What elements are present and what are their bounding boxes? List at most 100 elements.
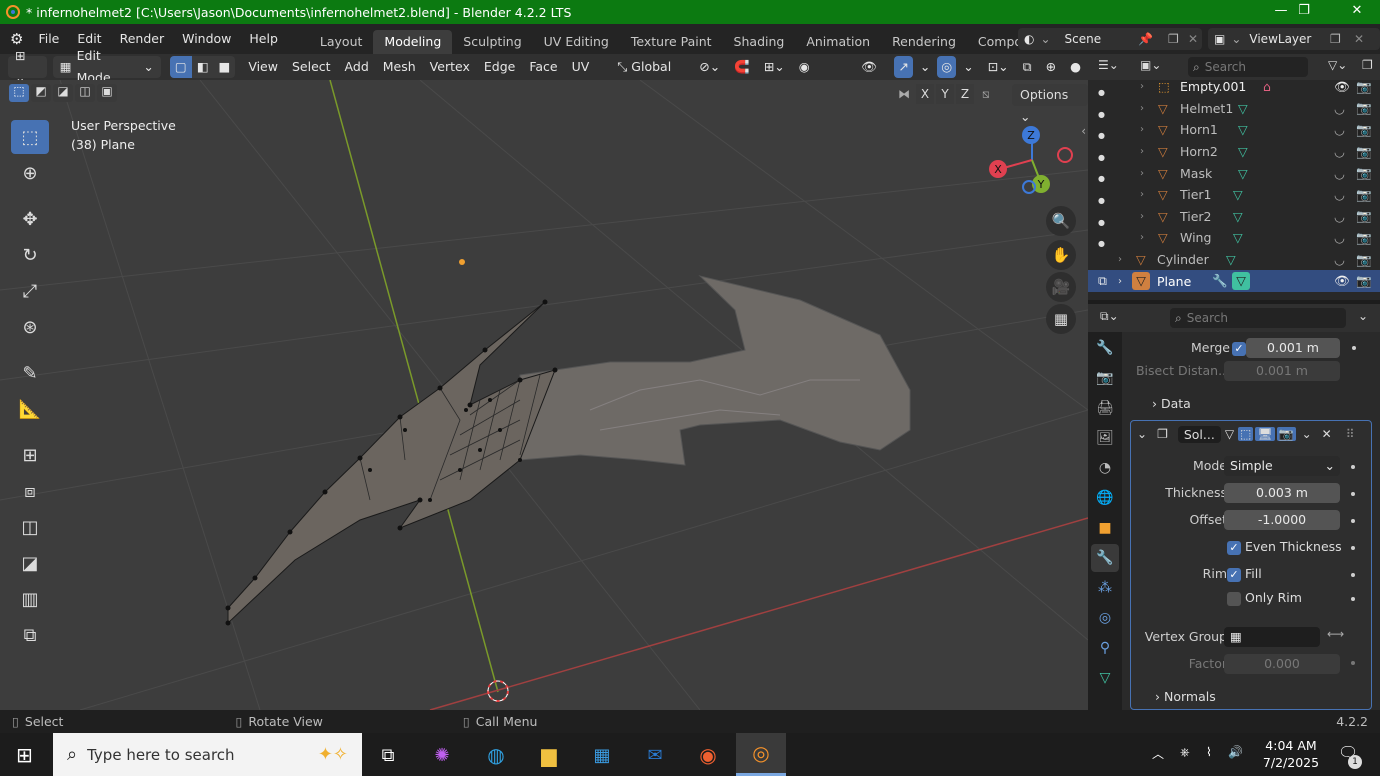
- mirror-y-toggle[interactable]: Y: [936, 84, 954, 104]
- merge-checkbox[interactable]: ✓: [1232, 342, 1246, 356]
- even-thickness-checkbox[interactable]: ✓: [1227, 541, 1241, 555]
- outliner-row-plane[interactable]: ⧉ › ▽ Plane 🔧 ▽ 👁 📷: [1088, 270, 1380, 292]
- keyframe-dot[interactable]: [1351, 465, 1355, 469]
- render-camera-icon[interactable]: 📷: [1356, 100, 1372, 116]
- cursor-tool-icon[interactable]: ⊕: [11, 156, 49, 190]
- snap-icon[interactable]: 🧲: [727, 56, 757, 78]
- output-tab-icon[interactable]: 🖨: [1091, 394, 1119, 422]
- select-intersect-icon[interactable]: ▣: [97, 84, 117, 102]
- scale-tool-icon[interactable]: ⤢: [11, 274, 49, 308]
- pivot-icon[interactable]: ⊘⌄: [692, 56, 727, 78]
- zoom-icon[interactable]: 🔍: [1046, 206, 1076, 236]
- close-button[interactable]: ✕: [1334, 0, 1380, 24]
- measure-tool-icon[interactable]: 📐: [11, 392, 49, 426]
- task-view-icon[interactable]: ⧉: [372, 739, 404, 771]
- topology-mirror-icon[interactable]: ⧅: [982, 87, 990, 102]
- render-camera-icon[interactable]: 📷: [1356, 79, 1372, 95]
- menu-uv[interactable]: UV: [565, 56, 597, 78]
- meet-icon[interactable]: ⎈: [1180, 745, 1190, 760]
- modifiers-tab-icon[interactable]: 🔧: [1091, 544, 1119, 572]
- vertex-select-icon[interactable]: ▢: [169, 56, 192, 78]
- scene-selector[interactable]: ◐ ⌄ Scene 📌 ❐ ✕: [1018, 28, 1202, 50]
- tab-layout[interactable]: Layout: [309, 30, 374, 54]
- drag-handle-icon[interactable]: ⠿: [1346, 427, 1355, 441]
- new-view-layer-icon[interactable]: ❐: [1330, 32, 1341, 46]
- render-camera-icon[interactable]: 📷: [1356, 208, 1372, 224]
- snap-target-icon[interactable]: ⊞⌄: [757, 56, 792, 78]
- render-camera-icon[interactable]: 📷: [1356, 144, 1372, 160]
- filter-icon[interactable]: ▽⌄: [1328, 58, 1347, 72]
- hidden-eye-icon[interactable]: ◡: [1334, 252, 1345, 267]
- render-camera-icon[interactable]: 📷: [1356, 273, 1372, 289]
- firefox-icon[interactable]: ◉: [692, 739, 724, 771]
- view-layer-tab-icon[interactable]: 🖼: [1091, 424, 1119, 452]
- modifier-menu-icon[interactable]: ⌄: [1302, 427, 1312, 441]
- data-section-header[interactable]: › Data: [1152, 396, 1191, 411]
- navigation-gizmo[interactable]: Z X Y: [989, 126, 1073, 194]
- menu-mesh[interactable]: Mesh: [376, 56, 423, 78]
- knife-tool-icon[interactable]: ⧉: [11, 618, 49, 652]
- menu-face[interactable]: Face: [522, 56, 564, 78]
- ortho-grid-icon[interactable]: ▦: [1046, 304, 1076, 334]
- file-explorer-icon[interactable]: ▆: [533, 739, 565, 771]
- tab-texture-paint[interactable]: Texture Paint: [620, 30, 723, 54]
- visibility-eye-icon[interactable]: 👁: [1334, 79, 1350, 95]
- render-camera-icon[interactable]: 📷: [1356, 252, 1372, 268]
- render-camera-icon[interactable]: 📷: [1356, 122, 1372, 138]
- normals-section-header[interactable]: › Normals: [1155, 689, 1216, 704]
- outliner-row-empty-001[interactable]: › ⬚ Empty.001 ⌂ 👁 📷: [1088, 76, 1380, 98]
- outliner-search[interactable]: ⌕ Search: [1188, 57, 1308, 77]
- xray-icon[interactable]: ⧉: [1016, 56, 1039, 78]
- tab-shading[interactable]: Shading: [723, 30, 796, 54]
- sidebar-toggle-icon[interactable]: ‹: [1081, 124, 1086, 138]
- hidden-eye-icon[interactable]: ◡: [1334, 230, 1345, 245]
- volume-icon[interactable]: 🔊: [1228, 745, 1243, 759]
- maximize-button[interactable]: ❐: [1281, 0, 1327, 24]
- clock[interactable]: 4:04 AM 7/2/2025: [1256, 737, 1326, 771]
- properties-search[interactable]: ⌕ Search: [1170, 308, 1346, 328]
- tool-settings-tab-icon[interactable]: 🔧: [1091, 334, 1119, 362]
- constraints-tab-icon[interactable]: ⚲: [1091, 634, 1119, 662]
- annotate-tool-icon[interactable]: ✎: [11, 356, 49, 390]
- move-tool-icon[interactable]: ✥: [11, 202, 49, 236]
- new-scene-icon[interactable]: ❐: [1168, 32, 1179, 46]
- render-camera-icon[interactable]: 📷: [1356, 165, 1372, 181]
- outliner-editor-icon[interactable]: ☰⌄: [1098, 58, 1119, 72]
- select-box-tool-icon[interactable]: ⬚: [11, 120, 49, 154]
- overlays-toggle-icon[interactable]: ◎: [937, 56, 957, 78]
- edge-select-icon[interactable]: ◧: [192, 56, 214, 78]
- hidden-eye-icon[interactable]: ◡: [1334, 144, 1345, 159]
- render-display-icon[interactable]: 📷: [1276, 427, 1296, 441]
- extrude-tool-icon[interactable]: ⧈: [11, 474, 49, 508]
- outliner-row-tier1[interactable]: › ▽ Tier1 ▽ ◡ 📷: [1088, 184, 1380, 206]
- hidden-eye-icon[interactable]: ◡: [1334, 122, 1345, 137]
- edge-browser-icon[interactable]: ◍: [480, 739, 512, 771]
- inset-tool-icon[interactable]: ◫: [11, 510, 49, 544]
- tab-uv-editing[interactable]: UV Editing: [533, 30, 620, 54]
- select-extend-icon[interactable]: ◩: [31, 84, 51, 102]
- mesh-overlay-icon[interactable]: ⊡⌄: [981, 56, 1016, 78]
- mirror-x-toggle[interactable]: X: [916, 84, 934, 104]
- taskbar-search[interactable]: ⌕ Type here to search ✦✧: [53, 733, 362, 776]
- outliner-row-wing[interactable]: › ▽ Wing ▽ ◡ 📷: [1088, 227, 1380, 249]
- keyframe-dot[interactable]: [1351, 546, 1355, 550]
- data-tab-icon[interactable]: ▽: [1091, 664, 1119, 692]
- select-subtract-icon[interactable]: ◪: [53, 84, 73, 102]
- outliner-row-horn2[interactable]: › ▽ Horn2 ▽ ◡ 📷: [1088, 141, 1380, 163]
- menu-add[interactable]: Add: [338, 56, 376, 78]
- viewport-display-icon[interactable]: 🖥: [1255, 427, 1275, 441]
- properties-editor-icon[interactable]: ⧉⌄: [1100, 309, 1119, 324]
- collapse-chevron-icon[interactable]: ⌄: [1137, 427, 1147, 441]
- keyframe-dot[interactable]: [1351, 661, 1355, 665]
- new-collection-icon[interactable]: ❐: [1362, 58, 1373, 72]
- wireframe-shading-icon[interactable]: ⊕: [1039, 56, 1063, 78]
- blender-taskbar-icon[interactable]: ◎: [736, 733, 786, 776]
- pin-icon[interactable]: 📌: [1138, 32, 1153, 46]
- render-camera-icon[interactable]: 📷: [1356, 187, 1372, 203]
- gizmo-toggle-icon[interactable]: ↗: [894, 56, 913, 78]
- properties-options-icon[interactable]: ⌄: [1358, 309, 1368, 323]
- keyframe-dot[interactable]: [1351, 492, 1355, 496]
- edit-mode-toggle-icon[interactable]: ⧉: [1098, 273, 1107, 289]
- 3d-viewport[interactable]: Z X Y User Perspective (38) Plane ⬚ ◩ ◪ …: [0, 80, 1088, 710]
- tray-chevron-icon[interactable]: ︿: [1152, 745, 1164, 762]
